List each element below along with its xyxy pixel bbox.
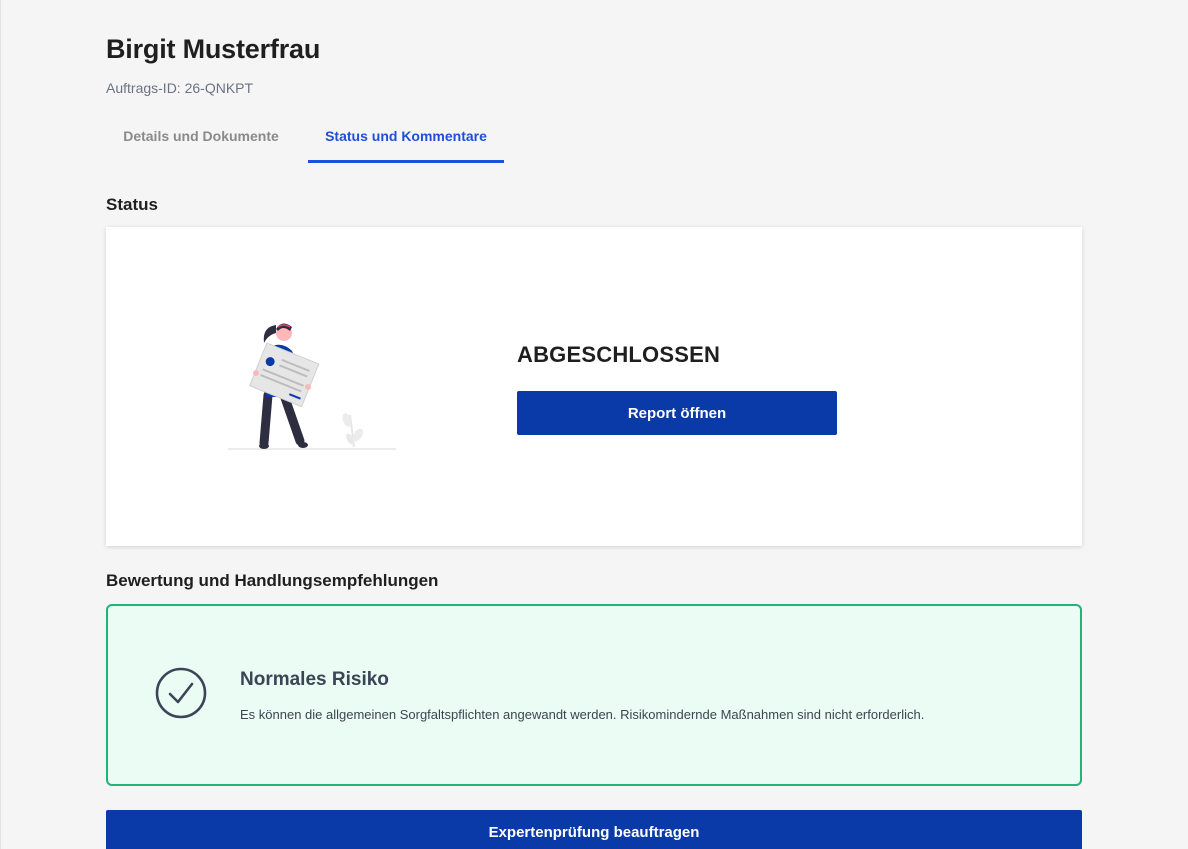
- tab-status-comments[interactable]: Status und Kommentare: [308, 110, 504, 163]
- risk-description: Es können die allgemeinen Sorgfaltspflic…: [240, 707, 925, 722]
- tab-details-documents[interactable]: Details und Dokumente: [106, 110, 296, 163]
- risk-level-title: Normales Risiko: [240, 669, 389, 690]
- status-card: ABGESCHLOSSEN Report öffnen: [106, 227, 1082, 546]
- risk-assessment-card: Normales Risiko Es können die allgemeine…: [106, 604, 1082, 786]
- page-title: Birgit Musterfrau: [106, 34, 321, 64]
- check-circle-icon: [155, 667, 207, 719]
- woman-holding-document-illustration: [228, 323, 396, 450]
- left-border: [0, 0, 1, 849]
- status-section-title: Status: [106, 195, 158, 214]
- tab-bar: Details und Dokumente Status und Komment…: [106, 110, 504, 163]
- evaluation-section-title: Bewertung und Handlungsempfehlungen: [106, 571, 439, 590]
- order-id: Auftrags-ID: 26-QNKPT: [106, 80, 254, 96]
- status-state-label: ABGESCHLOSSEN: [517, 342, 721, 367]
- open-report-button[interactable]: Report öffnen: [517, 391, 837, 435]
- order-expert-review-button[interactable]: Expertenprüfung beauftragen: [106, 810, 1082, 849]
